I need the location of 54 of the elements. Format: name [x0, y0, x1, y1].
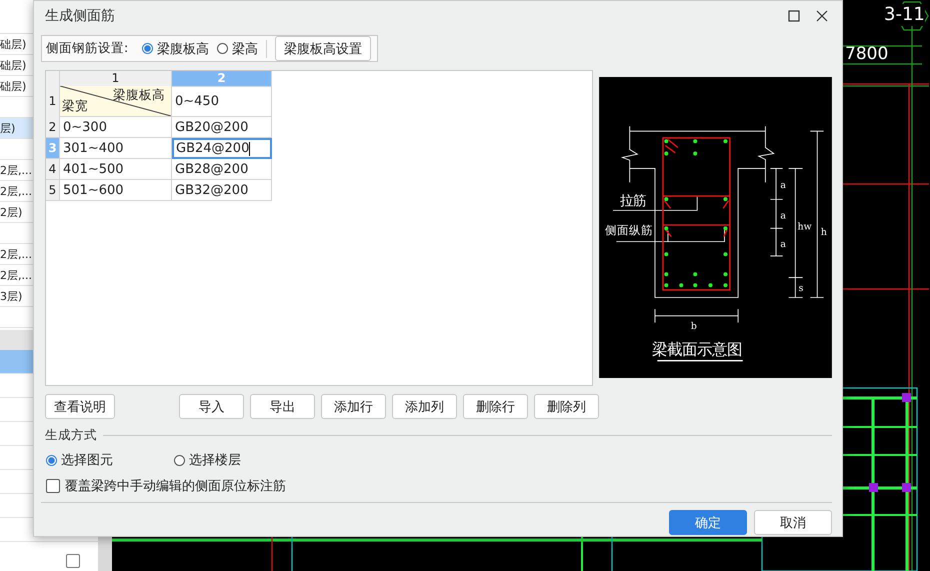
table-cell: 301~400: [60, 138, 172, 159]
row-number[interactable]: 4: [46, 159, 60, 180]
checkbox-option[interactable]: 覆盖梁跨中手动编辑的侧面原位标注筋: [41, 477, 286, 495]
help-button[interactable]: 查看说明: [45, 394, 115, 419]
table-cell: 0~300: [60, 117, 172, 138]
radio-option[interactable]: 梁腹板高: [142, 40, 210, 58]
dimension-label: 7800: [845, 44, 888, 64]
dimension-label: s: [798, 283, 804, 294]
row-number[interactable]: 2: [46, 117, 60, 138]
dimension-label: a: [780, 238, 786, 250]
radio-button[interactable]: [174, 454, 185, 466]
table-cell[interactable]: GB28@200: [172, 159, 272, 180]
table-action-button[interactable]: 导入: [179, 394, 244, 419]
cancel-button[interactable]: 取消: [754, 510, 832, 535]
dimension-label: a: [780, 210, 786, 222]
table-cell: 0~450: [172, 86, 272, 117]
radio-option[interactable]: 选择图元: [46, 451, 174, 469]
dimension-label: a: [780, 180, 786, 191]
grid-label: 3-11: [884, 4, 925, 26]
checkbox[interactable]: [46, 479, 60, 493]
radio-button[interactable]: [142, 43, 154, 54]
radio-option[interactable]: 选择楼层: [174, 451, 302, 469]
row-number[interactable]: 1: [46, 86, 60, 118]
section-title: 生成方式: [45, 427, 97, 444]
checkbox[interactable]: [66, 554, 80, 568]
dimension-label: h: [820, 226, 827, 238]
table-action-button[interactable]: 添加行: [321, 394, 386, 419]
corner-header: 梁腹板高: [113, 87, 165, 104]
radio-option[interactable]: 梁高: [217, 40, 258, 58]
close-icon[interactable]: [816, 10, 828, 22]
corner-header: 梁宽: [62, 98, 88, 115]
table-cell[interactable]: GB20@200: [172, 117, 272, 138]
diagram-label: 侧面纵筋: [605, 222, 654, 237]
maximize-icon[interactable]: [788, 10, 800, 22]
row-number[interactable]: 5: [46, 180, 60, 201]
dimension-label: b: [690, 321, 697, 332]
window-title: 生成侧面筋: [45, 7, 116, 25]
diagram-caption: 梁截面示意图: [652, 340, 742, 359]
table-cell: 501~600: [60, 180, 172, 201]
radio-button[interactable]: [217, 43, 228, 54]
table-action-button[interactable]: 导出: [250, 394, 315, 419]
table-cell[interactable]: GB24@200: [172, 138, 272, 159]
column-header[interactable]: 1: [60, 71, 172, 87]
table-action-button[interactable]: 删除列: [534, 394, 599, 419]
table-action-button[interactable]: 添加列: [392, 394, 457, 419]
table-cell[interactable]: GB32@200: [172, 180, 272, 201]
diagram-label: 拉筋: [620, 194, 646, 210]
dimension-label: hw: [798, 221, 812, 232]
table-action-button[interactable]: 删除行: [463, 394, 528, 419]
radio-button[interactable]: [46, 454, 57, 466]
settings-label: 侧面钢筋设置:: [46, 40, 128, 57]
table-cell: 401~500: [60, 159, 172, 180]
web-height-settings-button[interactable]: 梁腹板高设置: [275, 36, 372, 61]
confirm-button[interactable]: 确定: [669, 510, 747, 535]
